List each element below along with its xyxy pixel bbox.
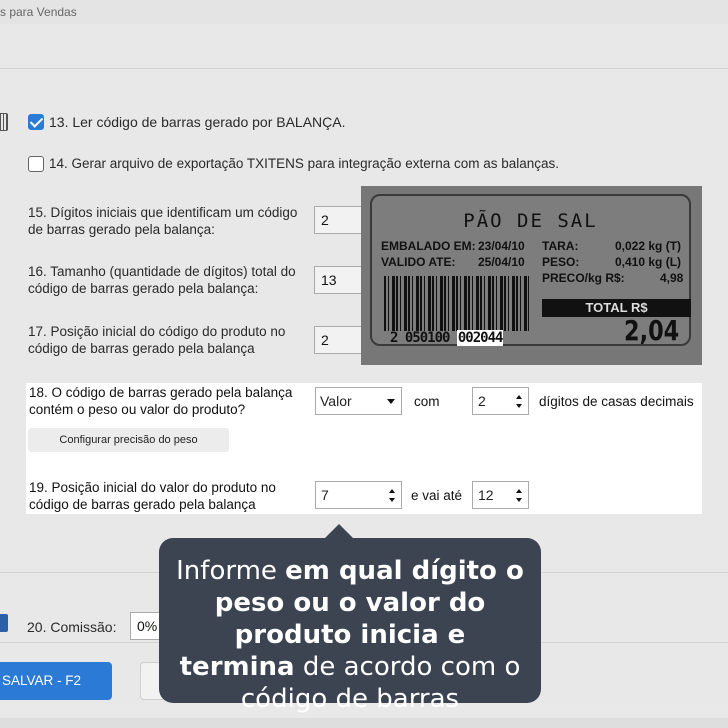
opt18-type-select[interactable]: Valor: [315, 387, 402, 415]
label-tare-label: TARA:: [542, 239, 579, 253]
opt17-label-line2: código de barras gerado pela balança: [28, 341, 255, 356]
opt18-decimals-value: 2: [478, 393, 486, 409]
opt19-until-label: e vai até: [411, 488, 463, 503]
opt20-commission-input[interactable]: 0%: [130, 612, 160, 640]
opt18-label-line1: 18. O código de barras gerado pela balan…: [29, 385, 293, 400]
opt14-checkbox[interactable]: [28, 156, 44, 172]
opt13-label: 13. Ler código de barras gerado por BALA…: [49, 114, 346, 130]
opt19-label-line2: código de barras gerado pela balança: [29, 497, 256, 512]
opt18-decimals-label: dígitos de casas decimais: [539, 394, 694, 409]
opt16-label-line2: código de barras gerado pela balança:: [28, 281, 259, 296]
barcode-section-icon: [0, 113, 8, 131]
opt15-input[interactable]: 2: [314, 206, 364, 234]
opt14-label: 14. Gerar arquivo de exportação TXITENS …: [49, 156, 560, 171]
label-barcode-digits: 2 050100 002044: [390, 330, 504, 346]
opt18-label-line2: contém o peso ou valor do produto?: [29, 402, 246, 417]
tooltip-text-part1: Informe: [176, 556, 286, 586]
label-packed-label: EMBALADO EM:: [381, 239, 476, 253]
label-price-value: 4,98: [660, 271, 684, 285]
spin-up-icon[interactable]: [389, 489, 395, 493]
opt15-label-line2: de barras gerado pela balança:: [28, 222, 215, 237]
opt20-label: 20. Comissão:: [27, 619, 117, 635]
barcode-highlighted-digits: 002044: [456, 330, 504, 346]
spin-up-icon[interactable]: [516, 395, 522, 399]
label-valid-label: VALIDO ATE:: [381, 255, 456, 269]
status-bar: [0, 718, 728, 728]
barcode-prefix: 2 050100: [390, 330, 457, 346]
spin-down-icon[interactable]: [516, 498, 522, 502]
label-total-value: 2,04: [624, 314, 680, 347]
label-weight-label: PESO:: [542, 255, 580, 269]
scale-label-image: PÃO DE SAL EMBALADO EM: 23/04/10 VALIDO …: [361, 186, 702, 365]
label-barcode: [384, 276, 529, 331]
commission-icon: [0, 614, 8, 632]
opt19-start-spinner[interactable]: 7: [315, 481, 402, 509]
label-valid-date: 25/04/10: [478, 255, 525, 269]
opt16-input[interactable]: 13: [314, 266, 364, 294]
opt19-label-line1: 19. Posição inicial do valor do produto …: [29, 480, 276, 495]
opt13-checkbox[interactable]: [28, 114, 44, 130]
configure-precision-button[interactable]: Configurar precisão do peso: [28, 428, 229, 452]
window-title: s para Vendas: [0, 5, 77, 19]
opt19-start-value: 7: [321, 487, 329, 503]
window-titlebar: s para Vendas: [0, 0, 728, 24]
label-weight-value: 0,410 kg (L): [615, 255, 682, 269]
save-button[interactable]: SALVAR - F2: [0, 662, 112, 700]
opt16-label-line1: 16. Tamanho (quantidade de dígitos) tota…: [28, 264, 296, 279]
spin-up-icon[interactable]: [516, 489, 522, 493]
label-packed-date: 23/04/10: [478, 239, 525, 253]
spin-down-icon[interactable]: [516, 404, 522, 408]
opt18-com-label: com: [414, 394, 440, 409]
label-price-label: PRECO/kg R$:: [542, 271, 625, 285]
opt17-input[interactable]: 2: [314, 326, 364, 354]
opt17-label-line1: 17. Posição inicial do código do produto…: [28, 324, 286, 339]
help-tooltip: Informe em qual dígito o peso ou o valor…: [159, 524, 541, 714]
label-product-title: PÃO DE SAL: [463, 210, 598, 232]
opt19-end-value: 12: [478, 487, 494, 503]
chevron-down-icon: [387, 399, 395, 404]
opt18-select-value: Valor: [320, 393, 352, 409]
label-tare-value: 0,022 kg (T): [615, 239, 682, 253]
spin-down-icon[interactable]: [389, 498, 395, 502]
opt19-end-spinner[interactable]: 12: [472, 481, 529, 509]
scale-label-card: PÃO DE SAL EMBALADO EM: 23/04/10 VALIDO …: [370, 194, 691, 347]
divider: [0, 68, 728, 69]
opt15-label-line1: 15. Dígitos iniciais que identificam um …: [28, 205, 298, 220]
opt18-decimals-spinner[interactable]: 2: [472, 387, 529, 415]
